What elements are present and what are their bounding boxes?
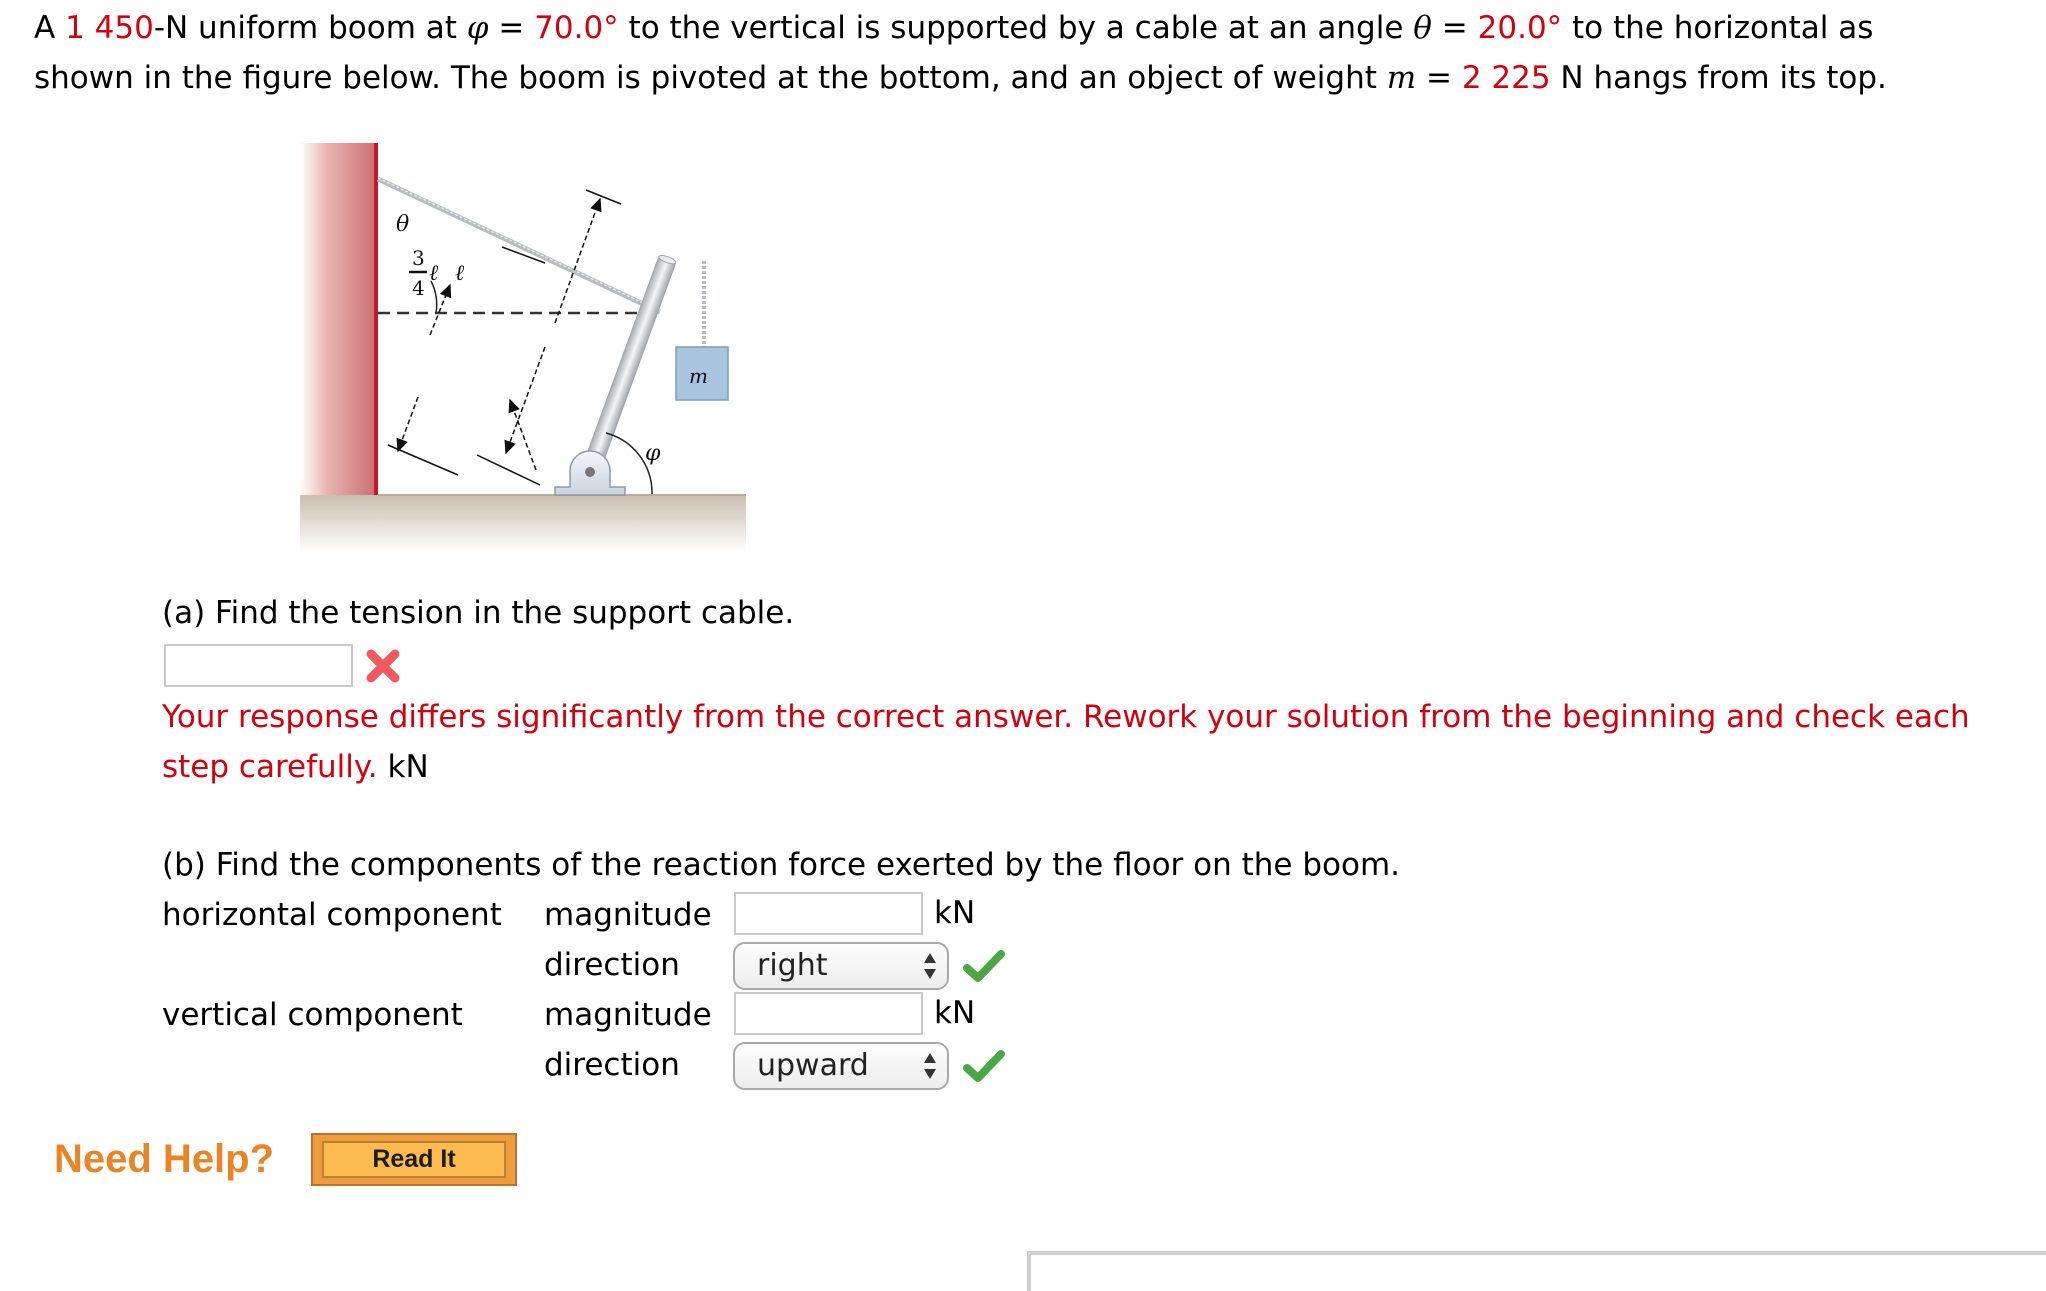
- part-a-feedback: Your response differs significantly from…: [162, 692, 1970, 792]
- floor: [300, 495, 746, 553]
- given-value: 70.0°: [534, 10, 619, 46]
- given-value: 20.0°: [1477, 10, 1563, 46]
- vertical-direction-select[interactable]: upward: [733, 1042, 949, 1090]
- x-mark-icon: [363, 646, 403, 686]
- math-symbol: φ: [466, 10, 489, 46]
- fraction-numerator: 3: [412, 246, 425, 270]
- problem-text: =: [1416, 60, 1462, 96]
- checkmark-icon: [963, 948, 1005, 984]
- fraction-denominator: 4: [412, 276, 425, 300]
- problem-text: -N uniform boom at: [153, 10, 467, 46]
- vertical-magnitude-unit: kN: [934, 995, 976, 1031]
- length-label: ℓ: [455, 261, 465, 286]
- select-arrows-icon: [924, 953, 936, 979]
- problem-text: =: [1431, 10, 1478, 46]
- problem-text: shown in the figure below. The boom is p…: [34, 60, 1387, 96]
- mass-label: m: [689, 364, 708, 388]
- given-value: 1 450: [65, 10, 154, 46]
- need-help-label: Need Help?: [54, 1137, 275, 1181]
- math-symbol: θ: [1413, 10, 1432, 46]
- given-value: 2 225: [1461, 60, 1551, 96]
- feedback-text: step carefully.: [162, 749, 378, 785]
- problem-line-2: shown in the figure below. The boom is p…: [34, 53, 1887, 103]
- horizontal-magnitude-input[interactable]: [734, 892, 923, 935]
- vertical-magnitude-label: magnitude: [544, 997, 712, 1033]
- feedback-line-1: Your response differs significantly from…: [162, 699, 1970, 735]
- vertical-magnitude-input[interactable]: [734, 992, 923, 1035]
- horizontal-direction-select[interactable]: right: [733, 942, 949, 990]
- feedback-line-2: step carefully. kN: [162, 742, 1970, 792]
- horizontal-magnitude-unit: kN: [934, 895, 976, 931]
- length-dimension: [476, 246, 546, 486]
- wall-edge: [374, 143, 378, 495]
- boom-diagram: θ 3 4 ℓ ℓ m φ: [300, 143, 746, 553]
- pivot-support: [554, 450, 626, 496]
- vertical-component-label: vertical component: [162, 997, 463, 1033]
- vertical-direction-label: direction: [544, 1047, 680, 1083]
- part-a-question: (a) Find the tension in the support cabl…: [162, 595, 795, 631]
- boom: [581, 254, 677, 476]
- checkmark-icon: [963, 1048, 1005, 1084]
- horizontal-direction-label: direction: [544, 947, 680, 983]
- problem-text: N hangs from its top.: [1550, 60, 1887, 96]
- fraction-variable: ℓ: [429, 261, 439, 286]
- part-a-unit: kN: [387, 749, 429, 785]
- bottom-panel: [1027, 1251, 2046, 1291]
- problem-statement: A 1 450-N uniform boom at φ = 70.0° to t…: [34, 3, 1887, 103]
- vertical-direction-value: upward: [757, 1048, 869, 1083]
- horizontal-direction-value: right: [757, 948, 828, 983]
- wall: [300, 143, 378, 495]
- problem-text: =: [488, 10, 535, 46]
- read-it-label: Read It: [322, 1141, 506, 1178]
- theta-label: θ: [396, 212, 409, 237]
- part-b-question: (b) Find the components of the reaction …: [162, 847, 1401, 883]
- math-symbol: m: [1386, 60, 1417, 96]
- phi-label: φ: [645, 441, 661, 466]
- boom-figure: θ 3 4 ℓ ℓ m φ: [290, 135, 760, 555]
- problem-text: to the vertical is supported by a cable …: [618, 10, 1414, 46]
- problem-text: to the horizontal as: [1562, 10, 1874, 46]
- problem-line-1: A 1 450-N uniform boom at φ = 70.0° to t…: [34, 3, 1887, 53]
- read-it-button[interactable]: Read It: [311, 1133, 517, 1186]
- horizontal-component-label: horizontal component: [162, 897, 502, 933]
- problem-text: A: [34, 10, 66, 46]
- horizontal-magnitude-label: magnitude: [544, 897, 712, 933]
- select-arrows-icon: [924, 1053, 936, 1079]
- part-a-tension-input[interactable]: [164, 644, 353, 687]
